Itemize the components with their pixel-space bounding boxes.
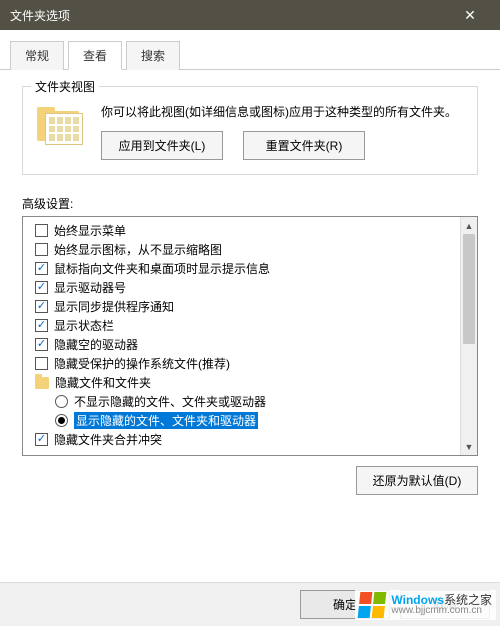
checkbox[interactable]: [35, 300, 48, 313]
restore-defaults-button[interactable]: 还原为默认值(D): [356, 466, 478, 495]
tabstrip: 常规 查看 搜索: [0, 30, 500, 70]
window-title: 文件夹选项: [10, 7, 70, 24]
scroll-thumb[interactable]: [463, 234, 475, 344]
group-legend: 文件夹视图: [31, 78, 99, 95]
list-item[interactable]: 隐藏文件和文件夹: [25, 373, 458, 392]
tab-search[interactable]: 搜索: [126, 41, 180, 70]
close-icon: ✕: [464, 7, 476, 24]
scroll-down-arrow[interactable]: ▼: [461, 438, 477, 455]
checkbox[interactable]: [35, 281, 48, 294]
advanced-settings-label: 高级设置:: [22, 195, 478, 212]
checkbox[interactable]: [35, 433, 48, 446]
list-item[interactable]: 显示驱动器号: [25, 278, 458, 297]
list-item[interactable]: 鼠标指向文件夹和桌面项时显示提示信息: [25, 259, 458, 278]
checkbox[interactable]: [35, 357, 48, 370]
advanced-listbox: 始终显示菜单始终显示图标，从不显示缩略图鼠标指向文件夹和桌面项时显示提示信息显示…: [22, 216, 478, 456]
windows-logo-icon: [358, 592, 387, 618]
checkbox[interactable]: [35, 338, 48, 351]
apply-to-folders-button[interactable]: 应用到文件夹(L): [101, 131, 223, 160]
scroll-up-arrow[interactable]: ▲: [461, 217, 477, 234]
tab-view[interactable]: 查看: [68, 41, 122, 70]
vertical-scrollbar[interactable]: ▲ ▼: [460, 217, 477, 455]
list-item[interactable]: 隐藏受保护的操作系统文件(推荐): [25, 354, 458, 373]
radio[interactable]: [55, 414, 68, 427]
watermark: Windows系统之家 www.bjjcmm.com.cn: [355, 590, 496, 620]
list-item-label: 隐藏文件夹合并冲突: [54, 431, 162, 448]
list-item[interactable]: 始终显示图标，从不显示缩略图: [25, 240, 458, 259]
list-item-label: 始终显示菜单: [54, 222, 126, 239]
list-item[interactable]: 始终显示菜单: [25, 221, 458, 240]
tab-general[interactable]: 常规: [10, 41, 64, 70]
watermark-url: www.bjjcmm.com.cn: [391, 606, 492, 616]
advanced-list[interactable]: 始终显示菜单始终显示图标，从不显示缩略图鼠标指向文件夹和桌面项时显示提示信息显示…: [23, 217, 460, 455]
list-item[interactable]: 不显示隐藏的文件、文件夹或驱动器: [25, 392, 458, 411]
list-item[interactable]: 隐藏文件夹合并冲突: [25, 430, 458, 449]
checkbox[interactable]: [35, 243, 48, 256]
content-area: 文件夹视图 你可以将此视图(如详细信息或图标)应用于这种类型的所有文件夹。 应用…: [0, 70, 500, 495]
list-item-label: 显示隐藏的文件、文件夹和驱动器: [74, 412, 258, 429]
group-description: 你可以将此视图(如详细信息或图标)应用于这种类型的所有文件夹。: [101, 103, 463, 121]
radio[interactable]: [55, 395, 68, 408]
close-button[interactable]: ✕: [450, 0, 490, 30]
folder-views-group: 文件夹视图 你可以将此视图(如详细信息或图标)应用于这种类型的所有文件夹。 应用…: [22, 86, 478, 175]
scroll-track[interactable]: [461, 234, 477, 438]
list-item-label: 显示状态栏: [54, 317, 114, 334]
folder-icon: [35, 377, 49, 389]
list-item-label: 隐藏文件和文件夹: [55, 374, 151, 391]
checkbox[interactable]: [35, 224, 48, 237]
list-item-label: 不显示隐藏的文件、文件夹或驱动器: [74, 393, 266, 410]
folder-view-icon: [37, 107, 85, 147]
list-item-label: 始终显示图标，从不显示缩略图: [54, 241, 222, 258]
list-item-label: 鼠标指向文件夹和桌面项时显示提示信息: [54, 260, 270, 277]
list-item[interactable]: 显示同步提供程序通知: [25, 297, 458, 316]
list-item[interactable]: 隐藏空的驱动器: [25, 335, 458, 354]
list-item[interactable]: 显示状态栏: [25, 316, 458, 335]
checkbox[interactable]: [35, 319, 48, 332]
list-item-label: 隐藏空的驱动器: [54, 336, 138, 353]
titlebar: 文件夹选项 ✕: [0, 0, 500, 30]
list-item-label: 隐藏受保护的操作系统文件(推荐): [54, 355, 230, 372]
list-item-label: 显示同步提供程序通知: [54, 298, 174, 315]
list-item[interactable]: 显示隐藏的文件、文件夹和驱动器: [25, 411, 458, 430]
watermark-text: Windows系统之家 www.bjjcmm.com.cn: [391, 594, 492, 616]
list-item-label: 显示驱动器号: [54, 279, 126, 296]
reset-folders-button[interactable]: 重置文件夹(R): [243, 131, 365, 160]
checkbox[interactable]: [35, 262, 48, 275]
